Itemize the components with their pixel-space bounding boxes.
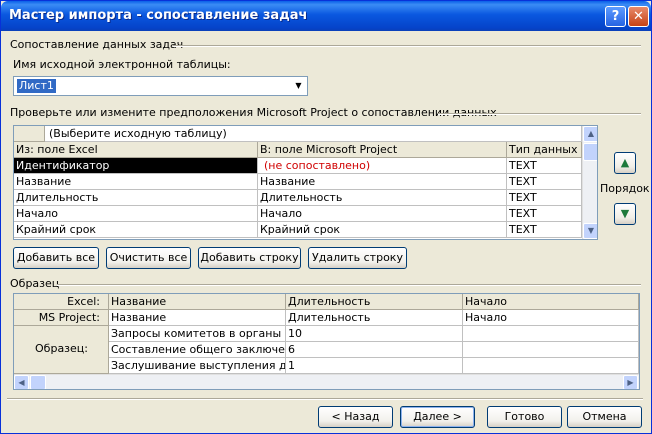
mapping-cell-type: TEXT [507,206,582,222]
order-label: Порядок [600,182,650,195]
sample-data-cell [463,342,639,358]
window-title: Мастер импорта - сопоставление задач [9,8,308,23]
mapping-cell-to[interactable]: Крайний срок [258,222,507,238]
scroll-up-icon[interactable]: ▲ [583,126,597,142]
group-divider [438,113,641,115]
move-down-button[interactable]: ▼ [614,203,636,225]
mapping-cell-type: TEXT [507,174,582,190]
sample-project-cell: Длительность [286,310,463,326]
mapping-cell-from[interactable]: Крайний срок [14,222,258,238]
mapping-cell-type: TEXT [507,158,582,174]
cancel-button[interactable]: Отмена [567,406,642,428]
sample-data-cell [463,326,639,342]
sample-excel-cell: Начало [463,294,639,310]
close-button[interactable]: ✕ [628,6,649,27]
corner-cell [14,126,45,142]
scroll-down-icon[interactable]: ▼ [583,223,597,239]
scroll-thumb[interactable] [583,143,597,161]
group-divider [57,284,641,286]
delete-row-button[interactable]: Удалить строку [308,247,407,269]
mapping-cell-to[interactable]: Длительность [258,190,507,206]
sample-row-label: Образец: [14,326,109,374]
sample-data-cell [463,358,639,374]
source-sheet-label: Имя исходной электронной таблицы: [13,58,231,71]
help-button[interactable]: ? [605,6,626,27]
mapping-cell-to[interactable]: Название [258,174,507,190]
mapping-cell-type: TEXT [507,190,582,206]
mapping-cell-to[interactable]: (не сопоставлено) [258,158,507,174]
mapping-cell-type: TEXT [507,222,582,238]
scroll-right-icon[interactable]: ▶ [623,375,638,389]
sample-excel-cell: Длительность [286,294,463,310]
title-bar: Мастер импорта - сопоставление задач ? ✕ [1,1,651,31]
mapping-table: (Выберите исходную таблицу) Из: поле Exc… [13,125,598,240]
sample-excel-cell: Название [109,294,286,310]
column-header-from: Из: поле Excel [14,142,258,158]
sample-data-cell: Заслушивание выступления долж [109,358,286,374]
scroll-thumb[interactable] [30,375,46,389]
sample-data-cell: 6 [286,342,463,358]
arrow-up-icon: ▲ [620,156,630,169]
group-divider [173,45,641,47]
sample-project-cell: Название [109,310,286,326]
arrow-down-icon: ▼ [620,207,630,220]
sample-group-label: Образец [10,277,60,290]
source-sheet-value: Лист1 [17,79,56,93]
column-header-to: В: поле Microsoft Project [258,142,507,158]
sample-data-cell: 1 [286,358,463,374]
footer-divider [7,398,643,400]
sample-data-cell: Составление общего заключения [109,342,286,358]
add-all-button[interactable]: Добавить все [13,247,99,269]
source-table-select-row[interactable]: (Выберите исходную таблицу) [45,126,582,142]
chevron-down-icon[interactable]: ▼ [291,78,306,94]
clear-all-button[interactable]: Очистить все [106,247,191,269]
source-sheet-select[interactable]: Лист1 ▼ [13,76,308,96]
sample-table: Excel: Название Длительность Начало MS P… [13,293,640,390]
verify-label: Проверьте или измените предположения Mic… [10,106,497,119]
scroll-left-icon[interactable]: ◀ [14,375,29,389]
sample-horizontal-scrollbar[interactable]: ◀ ▶ [14,374,639,389]
next-button[interactable]: Далее > [400,406,475,428]
mapping-cell-from[interactable]: Длительность [14,190,258,206]
mapping-group-label: Сопоставление данных задач [10,38,184,51]
add-row-button[interactable]: Добавить строку [198,247,301,269]
sample-row-label: MS Project: [14,310,109,326]
column-header-type: Тип данных [507,142,582,158]
sample-row-label: Excel: [14,294,109,310]
import-wizard-window: Мастер импорта - сопоставление задач ? ✕… [0,0,652,434]
mapping-cell-from[interactable]: Название [14,174,258,190]
move-up-button[interactable]: ▲ [614,152,636,174]
mapping-vertical-scrollbar[interactable]: ▲ ▼ [582,126,597,239]
sample-project-cell: Начало [463,310,639,326]
mapping-cell-from[interactable]: Начало [14,206,258,222]
mapping-cell-from[interactable]: Идентификатор [14,158,258,174]
back-button[interactable]: < Назад [318,406,393,428]
sample-data-cell: 10 [286,326,463,342]
sample-data-cell: Запросы комитетов в органы испо [109,326,286,342]
mapping-cell-to[interactable]: Начало [258,206,507,222]
finish-button[interactable]: Готово [487,406,562,428]
